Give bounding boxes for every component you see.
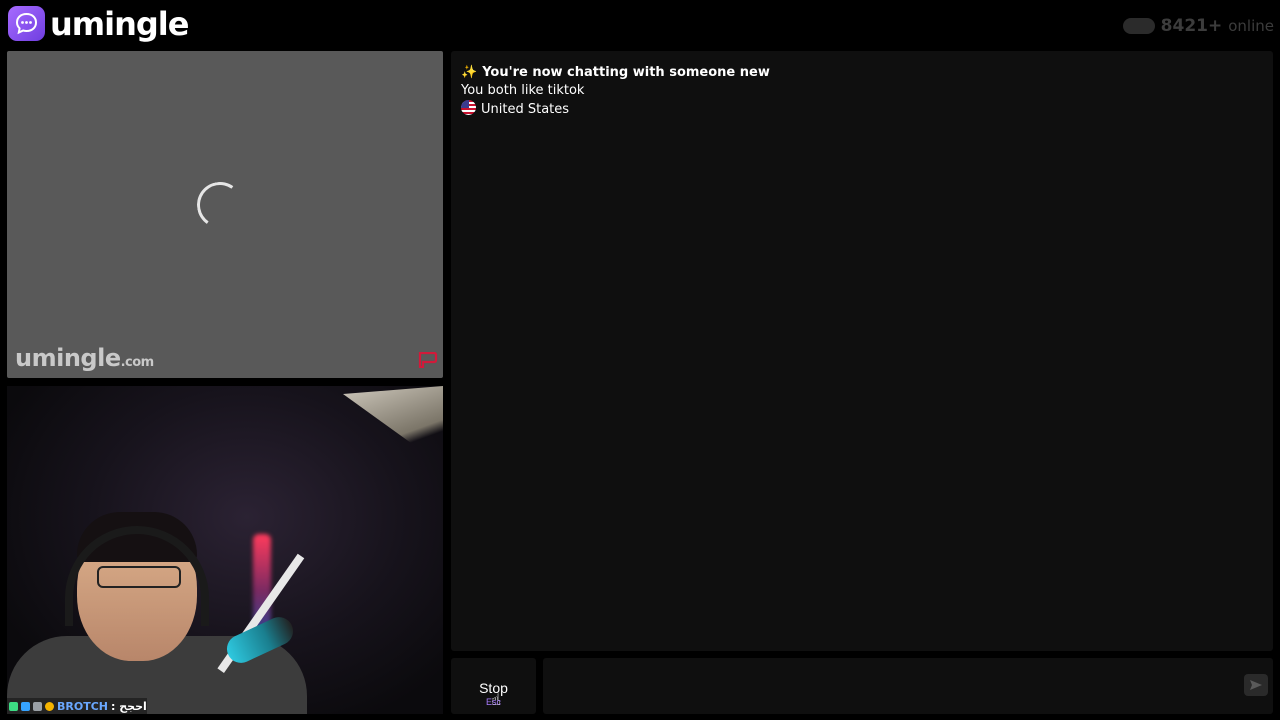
self-webcam-video: BROTCH : احجح	[7, 386, 443, 714]
badge-icon	[21, 701, 30, 711]
chat-headline: ✨ You're now chatting with someone new	[461, 64, 770, 82]
softbox-light	[343, 386, 443, 466]
brand-logo-text[interactable]: umingle	[50, 3, 189, 45]
badge-icon	[33, 701, 42, 711]
message-input[interactable]	[543, 658, 1273, 714]
online-count: 8421+	[1160, 16, 1223, 36]
stream-chat-overlay: BROTCH : احجح	[7, 698, 147, 714]
hand-cursor-icon: ☝	[491, 690, 501, 709]
overlay-username: BROTCH	[57, 699, 108, 713]
theme-toggle[interactable]	[1122, 18, 1155, 34]
video-watermark: umingle.com	[15, 344, 154, 372]
loading-spinner-icon	[193, 178, 247, 232]
partner-video: umingle.com	[7, 51, 443, 378]
common-interest: You both like tiktok	[461, 83, 585, 98]
top-bar: umingle 8421+ online	[0, 0, 1280, 50]
watermark-domain: .com	[120, 355, 155, 370]
chat-bubble-logo-icon[interactable]	[8, 6, 45, 41]
online-indicator: 8421+ online	[1122, 14, 1274, 38]
chat-headline-text: You're now chatting with someone new	[482, 65, 770, 80]
country-name: United States	[481, 102, 570, 117]
country-line: United States	[461, 100, 770, 119]
us-flag-icon	[461, 100, 476, 115]
overlay-message: : احجح	[111, 699, 147, 713]
report-flag-icon[interactable]	[418, 351, 438, 372]
badge-icon	[9, 701, 18, 711]
send-button[interactable]	[1244, 674, 1268, 696]
sparkles-icon: ✨	[461, 65, 478, 80]
badge-icon	[45, 701, 54, 711]
send-arrow-icon	[1250, 680, 1262, 690]
system-messages: ✨ You're now chatting with someone new Y…	[461, 64, 770, 119]
watermark-brand: umingle	[15, 344, 121, 372]
chat-panel: ✨ You're now chatting with someone new Y…	[451, 51, 1273, 651]
online-label: online	[1228, 17, 1274, 35]
